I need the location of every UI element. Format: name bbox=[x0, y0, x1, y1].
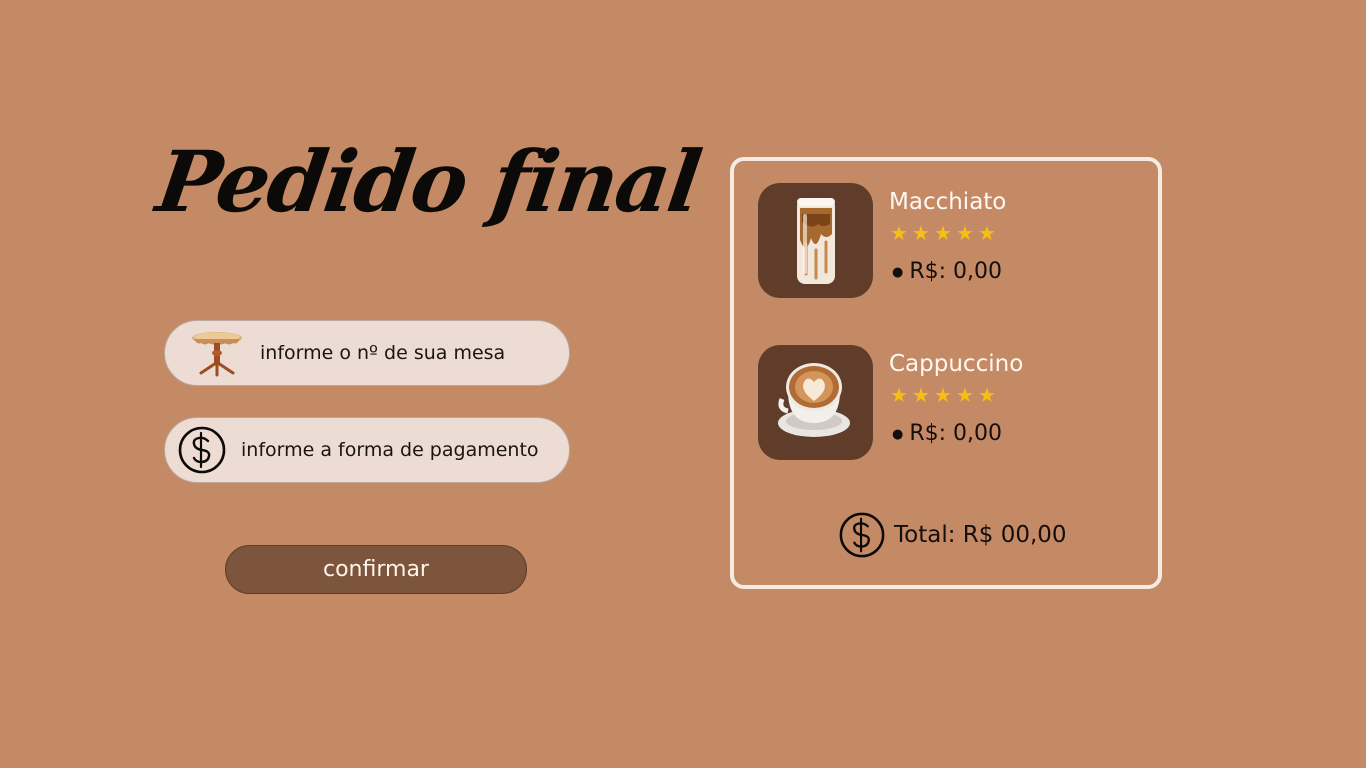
star-icon: ★ bbox=[890, 383, 908, 407]
payment-method-field[interactable]: informe a forma de pagamento bbox=[164, 417, 570, 483]
table-icon bbox=[189, 329, 245, 377]
star-icon: ★ bbox=[978, 221, 996, 245]
total-label: Total: R$ 00,00 bbox=[894, 522, 1067, 548]
item-price: ● R$: 0,00 bbox=[892, 421, 1003, 446]
star-icon: ★ bbox=[934, 221, 952, 245]
star-icon: ★ bbox=[934, 383, 952, 407]
rating-stars: ★ ★ ★ ★ ★ bbox=[889, 223, 997, 243]
rating-stars: ★ ★ ★ ★ ★ bbox=[889, 385, 997, 405]
item-name: Cappuccino bbox=[889, 351, 1024, 377]
order-total: Total: R$ 00,00 bbox=[838, 511, 1067, 559]
star-icon: ★ bbox=[956, 383, 974, 407]
dollar-coin-icon bbox=[177, 425, 227, 475]
table-number-placeholder: informe o nº de sua mesa bbox=[260, 342, 506, 364]
payment-method-placeholder: informe a forma de pagamento bbox=[241, 439, 539, 461]
confirm-button[interactable]: confirmar bbox=[225, 545, 527, 594]
page-title: Pedido final bbox=[151, 132, 706, 231]
cappuccino-cup-icon bbox=[758, 345, 873, 460]
star-icon: ★ bbox=[912, 221, 930, 245]
star-icon: ★ bbox=[912, 383, 930, 407]
iced-macchiato-icon bbox=[758, 183, 873, 298]
item-price-value: R$: 0,00 bbox=[909, 421, 1003, 446]
star-icon: ★ bbox=[956, 221, 974, 245]
dollar-coin-icon bbox=[838, 511, 886, 559]
item-price: ● R$: 0,00 bbox=[892, 259, 1003, 284]
star-icon: ★ bbox=[978, 383, 996, 407]
item-price-value: R$: 0,00 bbox=[909, 259, 1003, 284]
item-name: Macchiato bbox=[889, 189, 1007, 215]
star-icon: ★ bbox=[890, 221, 908, 245]
table-number-field[interactable]: informe o nº de sua mesa bbox=[164, 320, 570, 386]
order-summary-panel: Macchiato ★ ★ ★ ★ ★ ● R$: 0,00 Cappuccino bbox=[730, 157, 1162, 589]
